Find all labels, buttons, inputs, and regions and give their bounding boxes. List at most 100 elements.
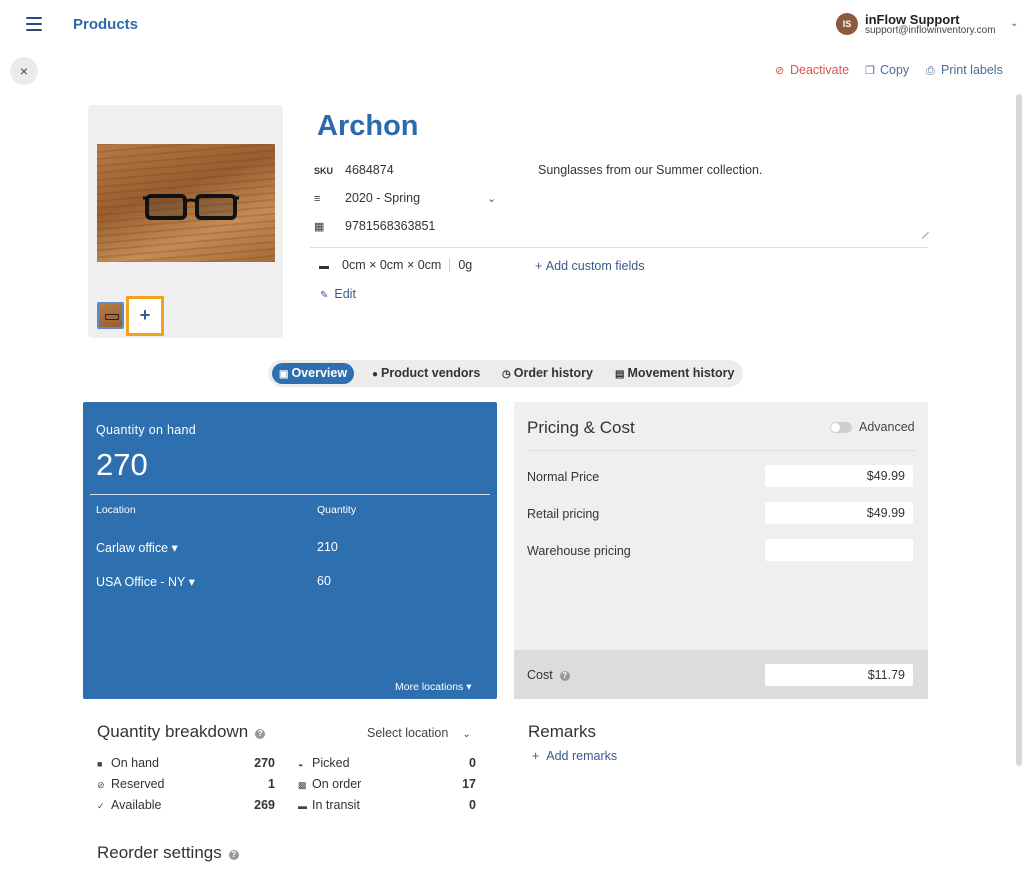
breakdown-label: On order bbox=[312, 777, 362, 791]
add-remarks-link[interactable]: + Add remarks bbox=[532, 749, 617, 763]
menu-icon[interactable] bbox=[26, 17, 42, 31]
print-labels-label: Print labels bbox=[941, 63, 1003, 77]
warehouse-price-input[interactable] bbox=[765, 539, 913, 561]
top-bar: Products IS inFlow Support support@inflo… bbox=[0, 0, 1024, 50]
deactivate-button[interactable]: ⊘ Deactivate bbox=[775, 63, 849, 77]
reorder-settings-label: Reorder settings bbox=[97, 843, 222, 862]
breakdown-value: 17 bbox=[462, 777, 476, 791]
product-name[interactable]: Archon bbox=[317, 110, 419, 143]
quantity-title: Quantity on hand bbox=[96, 423, 197, 437]
weight-value: 0g bbox=[458, 258, 473, 272]
category-field[interactable]: ≡ 2020 - Spring bbox=[314, 191, 420, 205]
ruler-icon: ▬ bbox=[319, 261, 329, 272]
tab-label: Product vendors bbox=[381, 366, 481, 380]
help-icon[interactable]: ? bbox=[228, 850, 239, 860]
product-image[interactable] bbox=[97, 144, 275, 262]
add-image-button[interactable]: + bbox=[126, 296, 164, 336]
select-location-dropdown[interactable]: Select location ⌄ bbox=[367, 726, 471, 740]
barcode-icon: ▦ bbox=[314, 221, 325, 233]
tab-overview[interactable]: ▣ Overview bbox=[272, 363, 355, 384]
barcode-value: 9781568363851 bbox=[345, 219, 436, 233]
divider bbox=[449, 258, 451, 272]
cost-input[interactable]: $11.79 bbox=[765, 664, 913, 686]
description-field[interactable]: Sunglasses from our Summer collection. bbox=[538, 163, 926, 239]
cost-label-wrap: Cost? bbox=[527, 668, 570, 682]
edit-link[interactable]: ✎ Edit bbox=[320, 287, 356, 301]
breakdown-value: 0 bbox=[469, 756, 476, 770]
user-email: support@inflowinventory.com bbox=[865, 25, 996, 36]
tab-label: Movement history bbox=[627, 366, 735, 380]
tab-label: Overview bbox=[291, 366, 348, 380]
remarks-title: Remarks bbox=[528, 722, 597, 741]
pricing-cost-card: Pricing & Cost Advanced Normal Price $49… bbox=[514, 402, 928, 699]
price-label: Retail pricing bbox=[527, 507, 600, 521]
tab-order-history[interactable]: ◷ Order history bbox=[495, 363, 600, 384]
block-icon: ⊘ bbox=[775, 65, 785, 77]
clock-icon: ◷ bbox=[502, 369, 511, 380]
copy-icon: ❐ bbox=[865, 65, 875, 77]
breakdown-value: 1 bbox=[268, 777, 275, 791]
product-image-panel: + bbox=[88, 105, 283, 338]
glasses-picture bbox=[143, 194, 239, 220]
tab-bar: ▣ Overview ● Product vendors ◷ Order histor… bbox=[268, 360, 743, 387]
breakdown-label: On hand bbox=[111, 756, 159, 770]
location-quantity: 60 bbox=[317, 574, 331, 588]
divider bbox=[310, 247, 928, 248]
page-title: Products bbox=[73, 16, 139, 33]
chevron-down-icon: ⌄ bbox=[1010, 18, 1019, 29]
user-menu[interactable]: IS inFlow Support support@inflowinventor… bbox=[836, 12, 1024, 40]
location-dropdown[interactable]: USA Office - NY ▾ bbox=[96, 574, 195, 589]
printer-icon: ⎙ bbox=[926, 65, 935, 77]
image-thumbnail[interactable] bbox=[97, 302, 124, 329]
reorder-settings-title: Reorder settings? bbox=[97, 843, 239, 863]
retail-price-input[interactable]: $49.99 bbox=[765, 502, 913, 524]
print-labels-button[interactable]: ⎙ Print labels bbox=[926, 63, 1003, 78]
quantity-breakdown-title: Quantity breakdown? bbox=[97, 722, 266, 742]
breakdown-value: 270 bbox=[254, 756, 275, 770]
tab-movement-history[interactable]: ▤ Movement history bbox=[608, 363, 741, 384]
scrollbar[interactable] bbox=[1016, 94, 1022, 766]
breakdown-value: 269 bbox=[254, 798, 275, 812]
divider bbox=[90, 494, 490, 495]
barcode-field[interactable]: ▦ 9781568363851 bbox=[314, 219, 435, 233]
copy-button[interactable]: ❐ Copy bbox=[865, 63, 909, 77]
location-dropdown[interactable]: Carlaw office ▾ bbox=[96, 540, 178, 555]
truck-icon: ▬ bbox=[298, 801, 307, 811]
advanced-label: Advanced bbox=[859, 420, 915, 434]
sku-value: 4684874 bbox=[345, 163, 394, 177]
breakdown-label: In transit bbox=[312, 798, 360, 812]
person-icon: ● bbox=[372, 369, 379, 380]
breakdown-label: Reserved bbox=[111, 777, 165, 791]
quantity-total: 270 bbox=[96, 447, 148, 482]
copy-label: Copy bbox=[880, 63, 910, 77]
category-icon: ≡ bbox=[314, 193, 321, 205]
add-custom-fields-link[interactable]: + Add custom fields bbox=[535, 259, 644, 273]
list-icon: ▣ bbox=[279, 369, 289, 380]
location-column-header: Location bbox=[96, 504, 136, 516]
breakdown-label: Available bbox=[111, 798, 162, 812]
pricing-title: Pricing & Cost bbox=[527, 418, 635, 437]
cost-label: Cost bbox=[527, 668, 553, 682]
pencil-icon: ✎ bbox=[320, 290, 329, 301]
tab-product-vendors[interactable]: ● Product vendors bbox=[365, 363, 487, 384]
advanced-toggle[interactable] bbox=[830, 422, 852, 433]
sku-field[interactable]: SKU 4684874 bbox=[314, 163, 394, 177]
breakdown-value: 0 bbox=[469, 798, 476, 812]
help-icon[interactable]: ? bbox=[255, 729, 266, 739]
quantity-column-header: Quantity bbox=[317, 504, 357, 516]
chevron-down-icon[interactable]: ⌄ bbox=[487, 192, 496, 205]
quantity-breakdown-label: Quantity breakdown bbox=[97, 722, 249, 741]
reserved-icon: ⊘ bbox=[97, 780, 105, 790]
close-button[interactable]: × bbox=[10, 57, 38, 85]
chevron-down-icon: ⌄ bbox=[462, 729, 471, 740]
normal-price-input[interactable]: $49.99 bbox=[765, 465, 913, 487]
divider bbox=[527, 450, 915, 451]
plus-icon: + bbox=[535, 259, 546, 273]
price-label: Normal Price bbox=[527, 470, 600, 484]
edit-label: Edit bbox=[334, 287, 356, 301]
dimensions-field[interactable]: ▬ 0cm × 0cm × 0cm 0g bbox=[319, 258, 472, 272]
help-icon[interactable]: ? bbox=[559, 671, 570, 681]
select-location-label: Select location bbox=[367, 726, 449, 740]
more-locations-button[interactable]: More locations ▾ bbox=[395, 681, 471, 693]
lock-icon: ▩ bbox=[298, 780, 307, 790]
